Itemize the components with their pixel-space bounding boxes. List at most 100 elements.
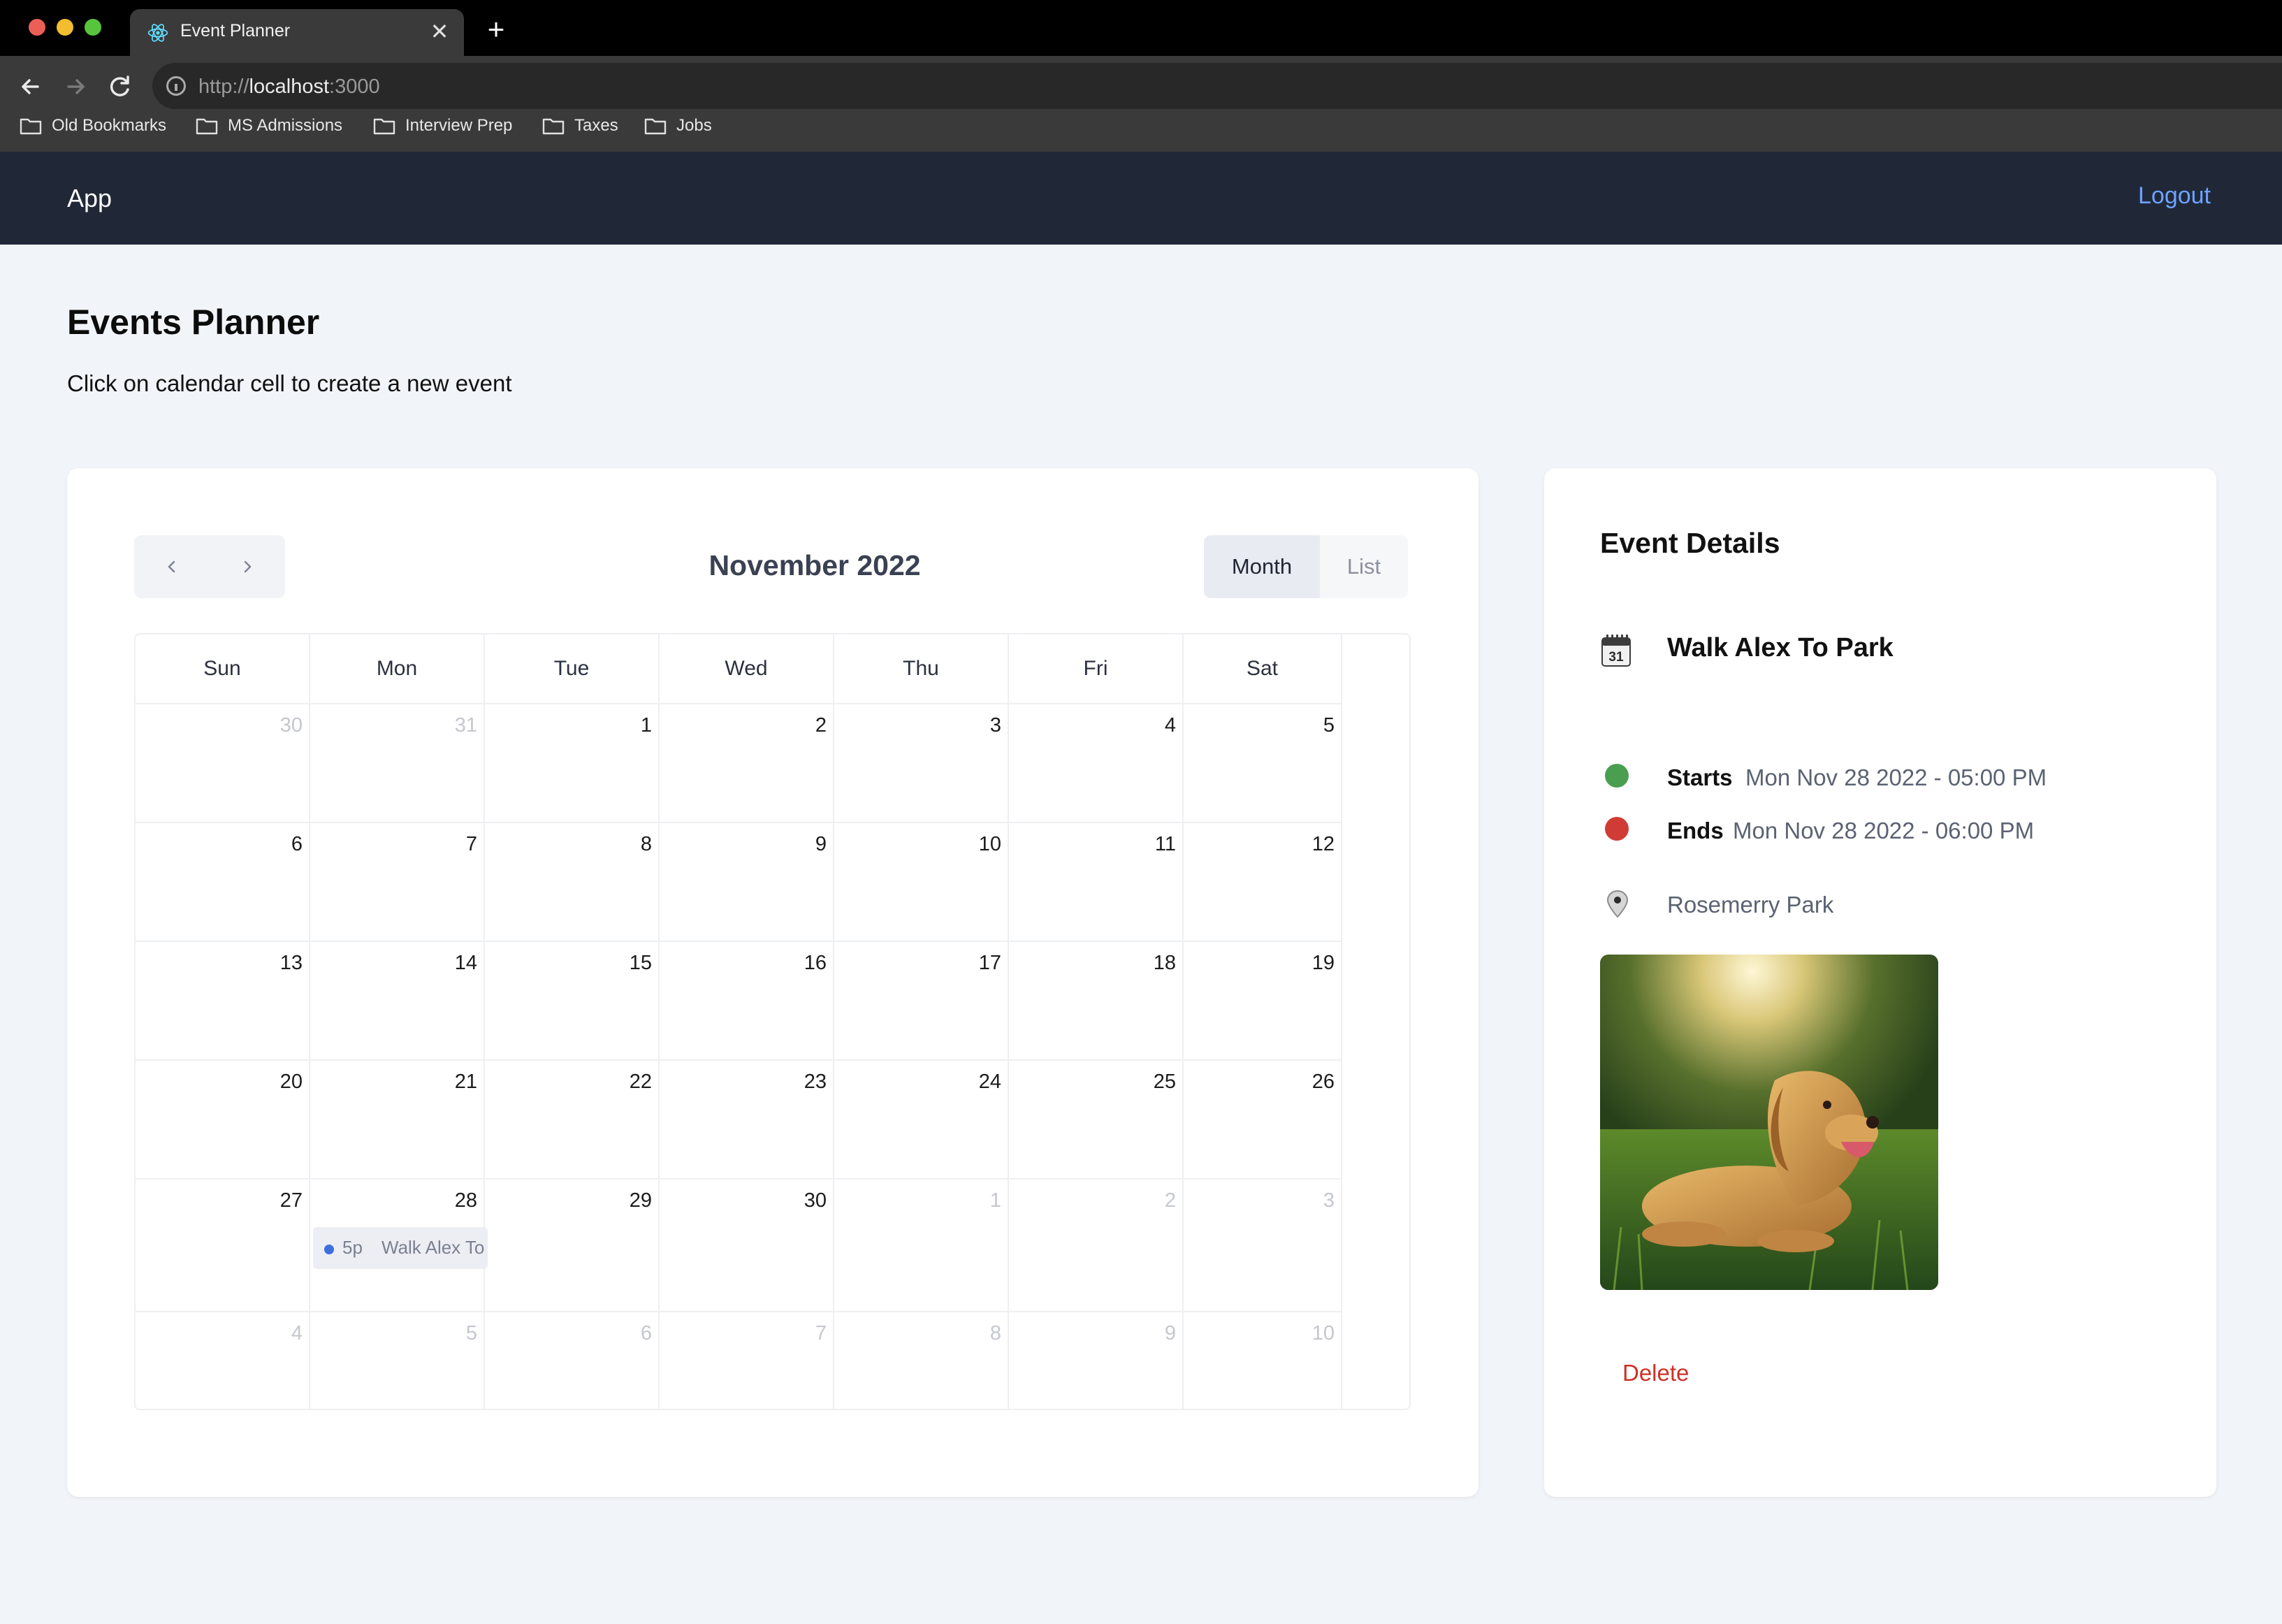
event-photo-dog <box>1600 955 1938 1290</box>
folder-icon <box>196 118 218 135</box>
calendar-day-cell[interactable]: 28 5p Walk Alex To <box>310 1180 488 1312</box>
calendar-day-cell[interactable]: 24 <box>834 1061 1009 1180</box>
ends-label: Ends <box>1667 818 1724 843</box>
forward-arrow-icon[interactable] <box>57 68 94 105</box>
day-number: 15 <box>629 952 652 974</box>
next-month-button[interactable] <box>210 535 285 598</box>
calendar-day-cell[interactable]: 18 <box>1009 942 1184 1061</box>
address-bar[interactable]: http://localhost:3000 <box>152 63 2282 109</box>
calendar-day-cell[interactable]: 8 <box>485 823 660 942</box>
day-number: 10 <box>1311 1322 1335 1344</box>
weekday-header: Tue <box>485 635 660 704</box>
logout-link[interactable]: Logout <box>2138 182 2211 210</box>
details-heading: Event Details <box>1600 527 1780 559</box>
day-number: 16 <box>804 952 827 974</box>
calendar-day-cell[interactable]: 15 <box>485 942 660 1061</box>
calendar-day-cell[interactable]: 19 <box>1184 942 1342 1061</box>
day-number: 2 <box>815 714 827 737</box>
calendar-day-cell[interactable]: 23 <box>660 1061 834 1180</box>
site-info-icon[interactable] <box>166 76 186 96</box>
calendar-day-cell[interactable]: 6 <box>136 823 310 942</box>
calendar-day-cell[interactable]: 1 <box>834 1180 1009 1312</box>
list-view-button[interactable]: List <box>1320 535 1408 598</box>
calendar-day-cell[interactable]: 11 <box>1009 823 1184 942</box>
calendar-day-cell[interactable]: 10 <box>1184 1312 1342 1409</box>
calendar-day-cell[interactable]: 26 <box>1184 1061 1342 1180</box>
calendar-day-cell[interactable]: 16 <box>660 942 834 1061</box>
calendar-day-cell[interactable]: 3 <box>834 704 1009 823</box>
calendar-day-cell[interactable]: 31 <box>310 704 485 823</box>
calendar-day-cell[interactable]: 29 <box>485 1180 660 1312</box>
calendar-day-cell[interactable]: 12 <box>1184 823 1342 942</box>
calendar-day-cell[interactable]: 2 <box>660 704 834 823</box>
calendar-day-cell[interactable]: 30 <box>660 1180 834 1312</box>
day-number: 31 <box>454 714 477 737</box>
bookmark-folder[interactable]: Old Bookmarks <box>20 116 166 136</box>
reload-icon[interactable] <box>102 68 138 105</box>
weekday-header: Fri <box>1009 635 1184 704</box>
calendar-event-chip[interactable]: 5p Walk Alex To <box>313 1227 488 1269</box>
day-number: 25 <box>1153 1071 1176 1093</box>
bookmark-folder[interactable]: Interview Prep <box>373 116 512 136</box>
day-number: 27 <box>279 1189 303 1212</box>
browser-tab[interactable]: Event Planner ✕ <box>130 9 464 56</box>
calendar-day-cell[interactable]: 14 <box>310 942 485 1061</box>
bookmark-folder[interactable]: Jobs <box>644 116 712 136</box>
calendar-day-cell[interactable]: 7 <box>660 1312 834 1409</box>
bookmark-folder[interactable]: Taxes <box>542 116 618 136</box>
day-number: 26 <box>1311 1071 1335 1093</box>
start-status-dot <box>1605 764 1629 788</box>
calendar-day-cell[interactable]: 4 <box>136 1312 310 1409</box>
calendar-day-cell[interactable]: 20 <box>136 1061 310 1180</box>
svg-text:31: 31 <box>1608 650 1624 665</box>
calendar-day-cell[interactable]: 9 <box>660 823 834 942</box>
day-number: 6 <box>640 1322 652 1344</box>
calendar-day-cell[interactable]: 3 <box>1184 1180 1342 1312</box>
day-number: 30 <box>804 1189 827 1212</box>
day-number: 10 <box>978 833 1001 855</box>
calendar-card: November 2022 Month List Sun Mon Tue Wed Thu… <box>67 468 1478 1497</box>
calendar-day-cell[interactable]: 21 <box>310 1061 485 1180</box>
calendar-day-cell[interactable]: 13 <box>136 942 310 1061</box>
month-view-button[interactable]: Month <box>1204 535 1320 598</box>
day-number: 6 <box>291 833 303 855</box>
bookmark-folder[interactable]: MS Admissions <box>196 116 342 136</box>
location-pin-icon <box>1606 890 1629 918</box>
folder-icon <box>373 118 395 135</box>
calendar-day-cell[interactable]: 27 <box>136 1180 310 1312</box>
calendar-day-cell[interactable]: 8 <box>834 1312 1009 1409</box>
calendar-day-cell[interactable]: 9 <box>1009 1312 1184 1409</box>
bookmarks-bar: Old Bookmarks MS Admissions Interview Pr… <box>0 112 2282 148</box>
calendar-day-cell[interactable]: 10 <box>834 823 1009 942</box>
day-number: 4 <box>291 1322 303 1344</box>
day-number: 24 <box>978 1071 1001 1093</box>
minimize-window-button[interactable] <box>57 19 73 36</box>
calendar-day-cell[interactable]: 6 <box>485 1312 660 1409</box>
calendar-day-cell[interactable]: 4 <box>1009 704 1184 823</box>
new-tab-icon[interactable]: + <box>482 14 510 45</box>
calendar-day-cell[interactable]: 7 <box>310 823 485 942</box>
tab-close-icon[interactable]: ✕ <box>428 17 451 45</box>
calendar-day-cell[interactable]: 5 <box>310 1312 485 1409</box>
event-title: Walk Alex To Park <box>1667 633 1894 662</box>
delete-button[interactable]: Delete <box>1622 1360 1689 1386</box>
maximize-window-button[interactable] <box>85 19 101 36</box>
day-number: 1 <box>640 714 652 737</box>
back-arrow-icon[interactable] <box>13 68 49 105</box>
app-brand[interactable]: App <box>67 184 112 213</box>
calendar-day-cell[interactable]: 25 <box>1009 1061 1184 1180</box>
chevron-right-icon <box>244 560 252 573</box>
close-window-button[interactable] <box>29 19 45 36</box>
calendar-day-cell[interactable]: 2 <box>1009 1180 1184 1312</box>
day-number: 30 <box>279 714 303 737</box>
calendar-day-cell[interactable]: 1 <box>485 704 660 823</box>
calendar-day-cell[interactable]: 22 <box>485 1061 660 1180</box>
prev-month-button[interactable] <box>134 535 210 598</box>
calendar-day-cell[interactable]: 17 <box>834 942 1009 1061</box>
day-number: 3 <box>989 714 1001 737</box>
view-toggle: Month List <box>1204 535 1408 598</box>
day-number: 5 <box>465 1322 477 1344</box>
calendar-day-cell[interactable]: 5 <box>1184 704 1342 823</box>
calendar-day-cell[interactable]: 30 <box>136 704 310 823</box>
calendar-grid: Sun Mon Tue Wed Thu Fri Sat 30 31 1 2 3 4 5 6 7 8 9 10 11 12… <box>134 633 1411 1410</box>
